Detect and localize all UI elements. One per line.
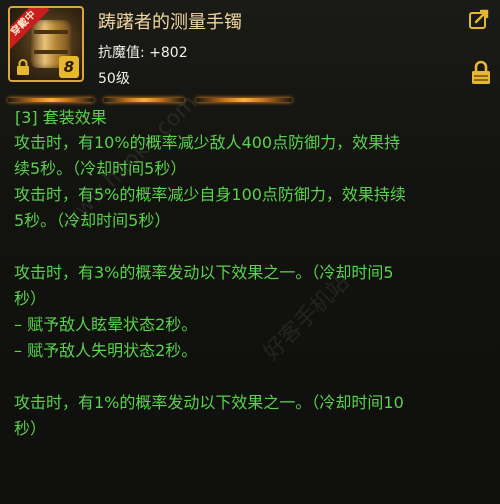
effect-line: 攻击时，有3%的概率发动以下效果之一。（冷却时间5 bbox=[14, 263, 394, 282]
ornament-divider bbox=[0, 96, 500, 104]
item-icon-frame[interactable]: 穿戴中 8 bbox=[8, 6, 84, 82]
share-icon[interactable] bbox=[468, 8, 490, 30]
stat-line: 抗魔值: +802 bbox=[98, 42, 188, 62]
lock-icon bbox=[17, 59, 29, 75]
effect-line: 秒） bbox=[14, 419, 47, 438]
tier-badge: 8 bbox=[59, 56, 79, 78]
effect-line: 攻击时，有1%的概率发动以下效果之一。（冷却时间10 bbox=[14, 393, 404, 412]
item-name: 踌躇者的测量手镯 bbox=[98, 12, 242, 33]
item-level: 50级 bbox=[98, 71, 130, 87]
effect-line: 续5秒。（冷却时间5秒） bbox=[14, 159, 187, 178]
lock-button-icon[interactable] bbox=[470, 60, 492, 86]
effect-line: – 赋予敌人失明状态2秒。 bbox=[14, 341, 198, 360]
set-effect-title: [3] 套装效果 bbox=[15, 108, 107, 127]
stat-label: 抗魔值: bbox=[98, 45, 145, 61]
stat-value: +802 bbox=[149, 45, 188, 61]
item-tooltip-panel: 穿戴中 8 踌躇者的测量手镯 抗魔值: +802 50级 [3] 套装效果 攻击… bbox=[0, 0, 500, 504]
effect-line: 攻击时，有10%的概率减少敌人400点防御力，效果持 bbox=[14, 133, 401, 152]
effect-line: – 赋予敌人眩晕状态2秒。 bbox=[14, 315, 198, 334]
set-effect-list: 攻击时，有10%的概率减少敌人400点防御力，效果持 续5秒。（冷却时间5秒） … bbox=[14, 130, 492, 442]
effect-line: 秒） bbox=[14, 289, 47, 308]
